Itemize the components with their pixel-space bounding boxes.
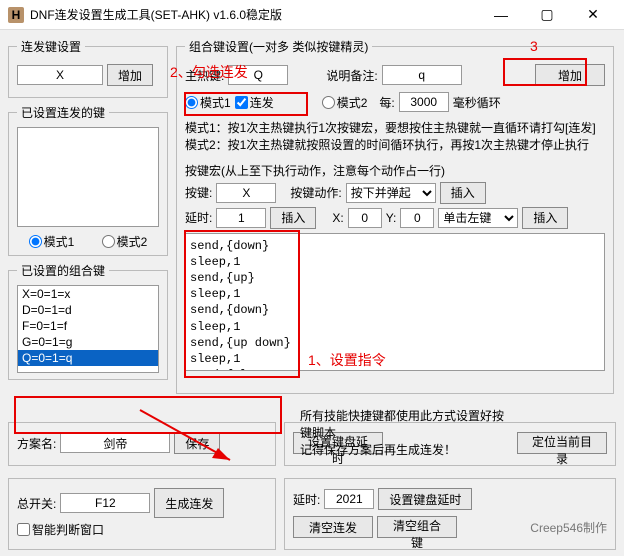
every-label: 每: (379, 94, 394, 111)
group-set-title: 已设置连发的键 (17, 104, 109, 121)
credit-label: Creep546制作 (530, 519, 607, 536)
minimize-button[interactable]: — (478, 0, 524, 30)
checkbox-repeat[interactable]: 连发 (235, 94, 274, 111)
kbdelay-button[interactable]: 设置键盘延时 (293, 432, 383, 454)
x-input[interactable] (348, 208, 382, 228)
generate-button[interactable]: 生成连发 (154, 488, 224, 518)
radio-combo-mode2[interactable]: 模式2 (322, 94, 368, 111)
x-label: X: (332, 211, 343, 225)
key-label: 按键: (185, 184, 212, 201)
bottom-delay-label: 延时: (293, 491, 320, 508)
set-keys-listbox[interactable] (17, 127, 159, 227)
desc-label: 说明备注: (326, 67, 377, 84)
action-select[interactable]: 按下并弹起 (346, 183, 436, 203)
group-right-bottom2: 延时: 设置键盘延时 清空连发 清空组合键 Creep546制作 (284, 478, 616, 550)
switch-label: 总开关: (17, 495, 56, 512)
script-textarea[interactable]: send,{down}sleep,1send,{up}sleep,1send,{… (185, 233, 605, 371)
group-combo-title: 已设置的组合键 (17, 262, 109, 279)
list-item[interactable]: G=0=1=g (18, 334, 158, 350)
interval-input[interactable] (399, 92, 449, 112)
key-input[interactable] (216, 183, 276, 203)
help-text: 模式1：按1次主热键执行1次按键宏，要想按住主热键就一直循环请打勾[连发] 模式… (185, 120, 605, 154)
group-set-keys: 已设置连发的键 模式1 模式2 (8, 104, 168, 256)
main-key-label: 主热键: (185, 67, 224, 84)
insert-delay-button[interactable]: 插入 (270, 207, 316, 229)
app-icon: H (8, 7, 24, 23)
macro-label: 按键宏(从上至下执行动作，注意每个动作占一行) (185, 162, 605, 179)
close-button[interactable]: ✕ (570, 0, 616, 30)
group-right-bottom1: 设置键盘延时 定位当前目录 (284, 422, 616, 466)
add-hotkey-button[interactable]: 增加 (107, 64, 153, 86)
kbdelay-button-2[interactable]: 设置键盘延时 (378, 488, 472, 510)
group-combo-settings-title: 组合键设置(一对多 类似按键精灵) (185, 38, 372, 55)
save-button[interactable]: 保存 (174, 432, 220, 454)
insert-click-button[interactable]: 插入 (522, 207, 568, 229)
plan-input[interactable] (60, 433, 170, 453)
add-combo-button[interactable]: 增加 (535, 64, 605, 86)
y-input[interactable] (400, 208, 434, 228)
year-input[interactable] (324, 489, 374, 509)
y-label: Y: (386, 211, 397, 225)
group-hotkey: 连发键设置 增加 (8, 38, 168, 98)
group-combo-settings: 组合键设置(一对多 类似按键精灵) 主热键: 说明备注: 增加 模式1 连发 模… (176, 38, 614, 394)
plan-label: 方案名: (17, 435, 56, 452)
list-item[interactable]: F=0=1=f (18, 318, 158, 334)
action-label: 按键动作: (290, 184, 341, 201)
group-combo-keys: 已设置的组合键 X=0=1=xD=0=1=dF=0=1=fG=0=1=gQ=0=… (8, 262, 168, 380)
group-switch: 总开关: 生成连发 智能判断窗口 (8, 478, 276, 550)
titlebar: H DNF连发设置生成工具(SET-AHK) v1.6.0稳定版 — ▢ ✕ (0, 0, 624, 30)
switch-input[interactable] (60, 493, 150, 513)
group-plan: 方案名: 保存 (8, 422, 276, 466)
radio-combo-mode1[interactable]: 模式1 (185, 94, 231, 111)
delay-input[interactable] (216, 208, 266, 228)
interval-unit: 毫秒循环 (453, 94, 501, 111)
list-item[interactable]: Q=0=1=q (18, 350, 158, 366)
radio-mode2[interactable]: 模式2 (102, 233, 148, 250)
window-title: DNF连发设置生成工具(SET-AHK) v1.6.0稳定版 (30, 6, 478, 23)
hotkey-input[interactable] (17, 65, 103, 85)
group-hotkey-title: 连发键设置 (17, 38, 85, 55)
list-item[interactable]: D=0=1=d (18, 302, 158, 318)
desc-input[interactable] (382, 65, 462, 85)
click-select[interactable]: 单击左键 (438, 208, 518, 228)
delay-label: 延时: (185, 209, 212, 226)
combo-listbox[interactable]: X=0=1=xD=0=1=dF=0=1=fG=0=1=gQ=0=1=q (17, 285, 159, 373)
checkbox-smart[interactable]: 智能判断窗口 (17, 521, 104, 538)
insert-action-button[interactable]: 插入 (440, 182, 486, 204)
radio-mode1[interactable]: 模式1 (29, 233, 75, 250)
list-item[interactable]: X=0=1=x (18, 286, 158, 302)
main-key-input[interactable] (228, 65, 288, 85)
maximize-button[interactable]: ▢ (524, 0, 570, 30)
curdir-button[interactable]: 定位当前目录 (517, 432, 607, 454)
